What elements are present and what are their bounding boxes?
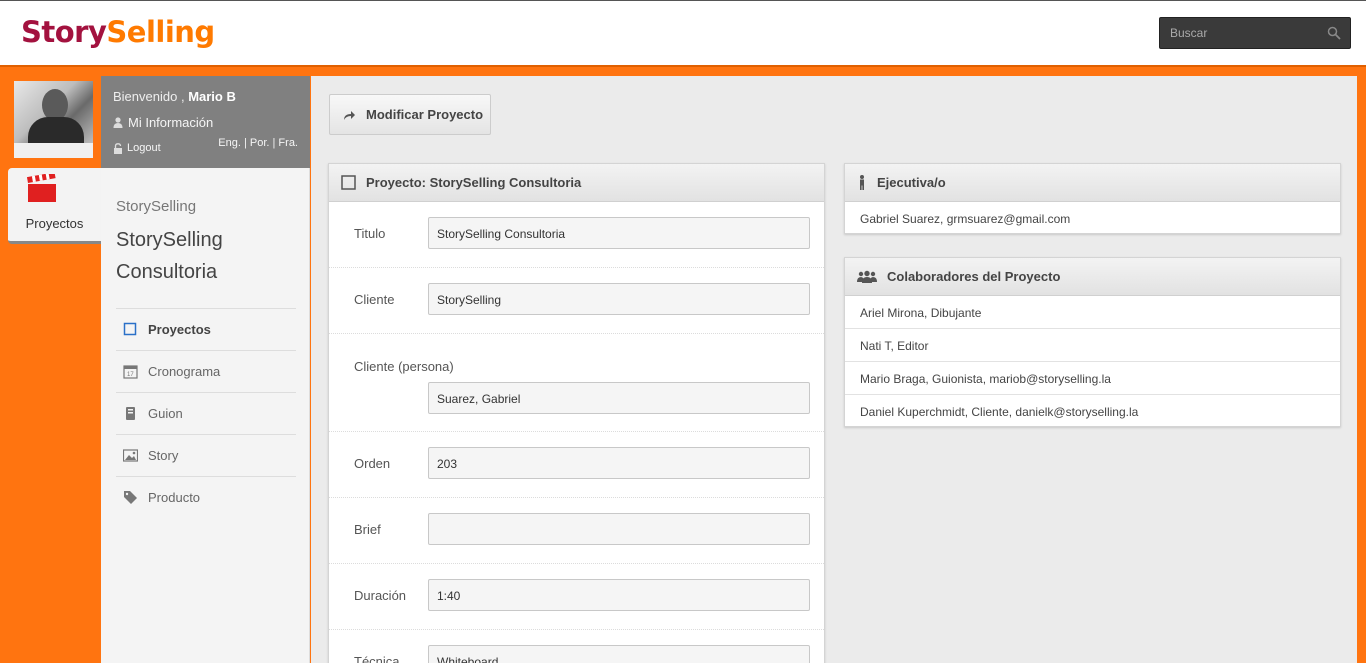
executive-panel-header: Ejecutiva/o [845,164,1340,202]
calendar-icon: 17 [123,365,138,379]
clapperboard-icon [27,174,56,202]
user-avatar[interactable] [14,81,93,158]
logo-story-text: Story [21,15,107,49]
collaborators-panel-title: Colaboradores del Proyecto [887,269,1061,284]
project-details-panel: Proyecto: StorySelling Consultoria Titul… [328,163,825,663]
duracion-input[interactable]: 1:40 [428,579,810,611]
search-box [1159,17,1351,49]
logout-label: Logout [127,142,161,154]
field-label: Cliente [354,292,395,307]
avatar-desk-shape [14,143,93,158]
square-icon [123,322,137,336]
modify-project-button[interactable]: Modificar Proyecto [329,94,491,135]
cliente-persona-input[interactable]: Suarez, Gabriel [428,382,810,414]
project-panel-header: Proyecto: StorySelling Consultoria [329,164,824,202]
list-item: Ariel Mirona, Dibujante [845,296,1340,329]
projects-rail-tab[interactable]: Proyectos [8,168,101,244]
share-arrow-icon [344,110,355,120]
orden-input[interactable]: 203 [428,447,810,479]
executive-panel: Ejecutiva/o Gabriel Suarez, grmsuarez@gm… [844,163,1341,234]
language-switcher[interactable]: Eng. | Por. | Fra. [218,137,298,149]
person-standing-icon [860,175,864,190]
user-panel: Bienvenido , Mario B Mi Información Logo… [101,76,310,168]
sidebar-item-story[interactable]: Story [116,434,296,476]
sidebar-item-guion[interactable]: Guion [116,392,296,434]
field-duracion: Duración 1:40 [329,564,824,630]
cliente-input[interactable]: StorySelling [428,283,810,315]
field-tecnica: Técnica Whiteboard [329,630,824,663]
square-icon [341,175,356,190]
search-icon[interactable] [1327,26,1341,40]
list-item: Nati T, Editor [845,329,1340,362]
project-sidebar: StorySelling StorySelling Consultoria Pr… [101,168,310,663]
sidebar-item-label: Cronograma [148,364,221,379]
user-name: Mario B [188,89,236,104]
tecnica-input[interactable]: Whiteboard [428,645,810,663]
sidebar-item-label: Story [148,448,179,463]
my-info-link[interactable]: Mi Información [113,115,213,130]
field-label: Duración [354,588,407,603]
logo-selling-text: Selling [106,15,215,49]
sidebar-project-title: StorySelling Consultoria [116,229,223,283]
field-cliente-persona: Cliente (persona) Suarez, Gabriel [329,334,824,432]
main-content: Modificar Proyecto Proyecto: StorySellin… [311,76,1357,663]
field-label: Técnica [354,654,400,663]
group-icon [857,270,877,283]
search-input[interactable] [1160,18,1320,48]
collaborators-panel-header: Colaboradores del Proyecto [845,258,1340,296]
field-orden: Orden 203 [329,432,824,498]
list-item: Gabriel Suarez, grmsuarez@gmail.com [860,212,1071,226]
logout-link[interactable]: Logout [113,142,161,154]
projects-rail-label: Proyectos [25,216,84,231]
brief-input[interactable] [428,513,810,545]
field-titulo: Titulo StorySelling Consultoria [329,202,824,268]
sidebar-item-label: Producto [148,490,201,505]
tag-icon [124,491,137,504]
svg-text:17: 17 [127,372,134,378]
executive-panel-title: Ejecutiva/o [877,175,946,190]
field-label: Cliente (persona) [354,359,454,374]
brand-logo[interactable]: StorySelling [21,15,215,49]
field-label: Brief [354,522,381,537]
welcome-label: Bienvenido , [113,89,185,104]
field-label: Orden [354,456,391,471]
top-header: StorySelling [0,0,1366,67]
sidebar-subtitle: StorySelling [116,198,197,215]
collaborators-panel: Colaboradores del Proyecto Ariel Mirona,… [844,257,1341,427]
person-icon [113,117,123,128]
field-label: Titulo [354,226,386,241]
sidebar-item-cronograma[interactable]: 17 Cronograma [116,350,296,392]
lock-icon [114,142,122,154]
project-panel-title: Proyecto: StorySelling Consultoria [366,175,582,190]
my-info-label: Mi Información [128,115,214,130]
welcome-text: Bienvenido , Mario B [113,89,236,104]
field-brief: Brief [329,498,824,564]
sidebar-item-label: Guion [148,406,183,421]
sidebar-item-producto[interactable]: Producto [116,476,296,518]
titulo-input[interactable]: StorySelling Consultoria [428,217,810,249]
modify-project-label: Modificar Proyecto [366,107,484,122]
list-item: Mario Braga, Guionista, mariob@storysell… [845,362,1340,395]
sidebar-item-label: Proyectos [148,322,211,337]
script-icon [126,407,135,420]
field-cliente: Cliente StorySelling [329,268,824,334]
sidebar-nav: Proyectos 17 Cronograma Guion Story Prod… [116,308,296,518]
list-item: Daniel Kuperchmidt, Cliente, danielk@sto… [860,405,1139,419]
sidebar-item-proyectos[interactable]: Proyectos [116,308,296,350]
image-icon [123,449,138,462]
